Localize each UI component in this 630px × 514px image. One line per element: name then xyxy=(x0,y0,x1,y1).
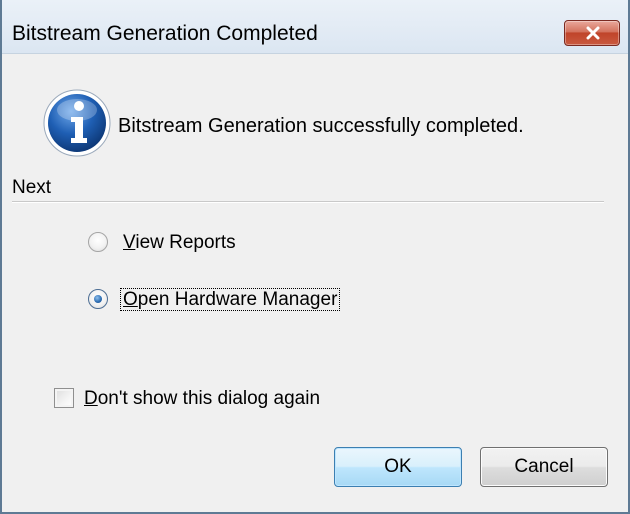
radio-button-view-reports[interactable] xyxy=(88,232,108,252)
dialog-window: Bitstream Generation Completed Bitstream… xyxy=(0,0,630,514)
next-group-divider xyxy=(12,201,604,203)
dont-show-again-checkbox[interactable] xyxy=(54,388,74,408)
cancel-button[interactable]: Cancel xyxy=(480,447,608,487)
dont-show-again-label[interactable]: Don't show this dialog again xyxy=(84,389,320,408)
ok-button[interactable]: OK xyxy=(334,447,462,487)
radio-label-view-reports[interactable]: View Reports xyxy=(122,233,237,252)
dialog-title: Bitstream Generation Completed xyxy=(12,22,318,45)
radio-label-open-hardware-manager[interactable]: Open Hardware Manager xyxy=(119,288,341,311)
radio-button-open-hardware-manager[interactable] xyxy=(88,289,108,309)
close-button[interactable] xyxy=(564,20,620,46)
info-icon xyxy=(43,89,111,157)
radio-selected-dot xyxy=(94,295,102,303)
close-icon xyxy=(586,26,600,40)
next-group-label: Next xyxy=(12,177,52,198)
message-text: Bitstream Generation successfully comple… xyxy=(118,115,524,137)
title-bar[interactable]: Bitstream Generation Completed xyxy=(2,0,628,54)
